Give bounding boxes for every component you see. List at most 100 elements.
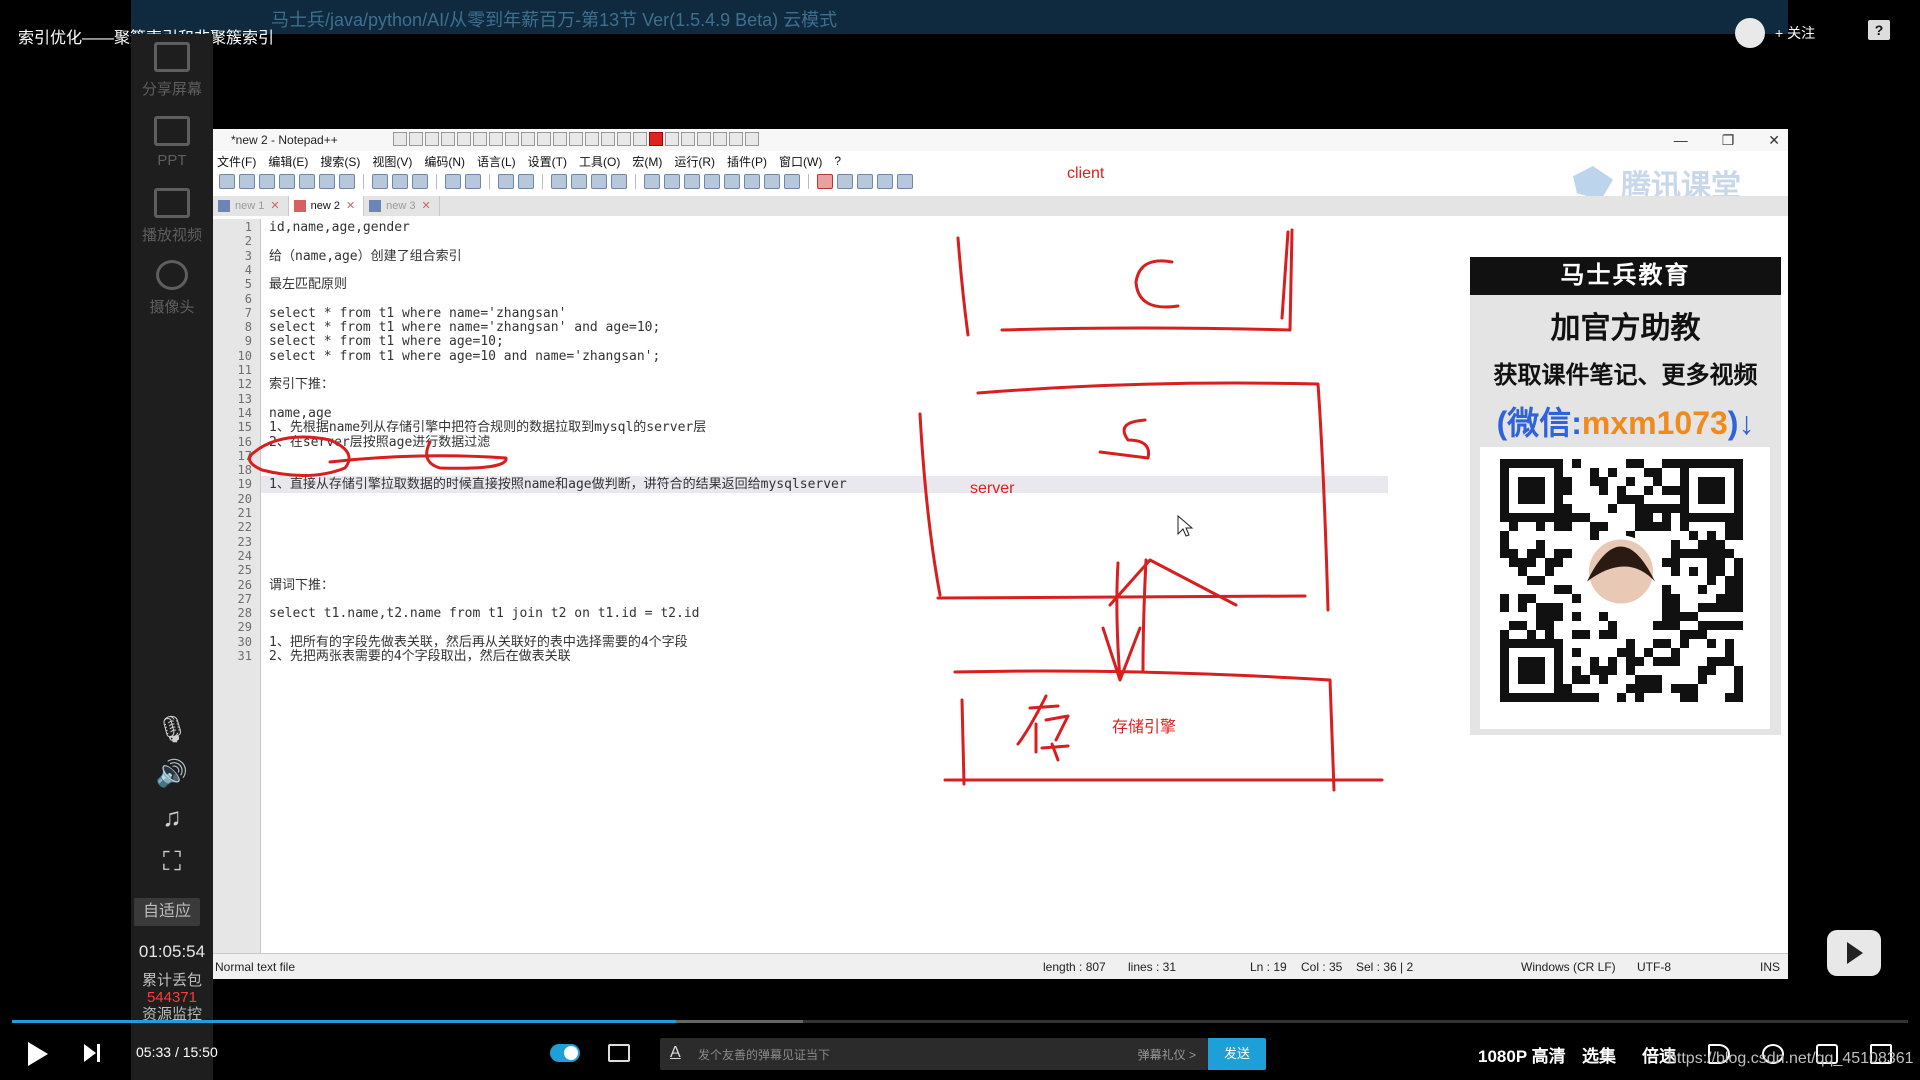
class-clock: 01:05:54: [138, 942, 206, 961]
code-line: 2、先把两张表需要的4个字段取出，然后在做表关联: [269, 649, 571, 664]
menu-item[interactable]: 编辑(E): [268, 153, 308, 170]
promo-line-2: 获取课件笔记、更多视频: [1493, 362, 1758, 389]
fit-button[interactable]: 自适应: [134, 898, 200, 926]
code-line: select * from t1 where age=10 and name='…: [269, 348, 661, 364]
status-lines: lines : 31: [1128, 960, 1177, 974]
follow-label: + 关注: [1775, 25, 1816, 41]
current-time: 05:33: [136, 1044, 172, 1060]
progress-played: [12, 1020, 676, 1023]
ppt-label: PPT: [157, 152, 187, 169]
titlebar-toolbar: [393, 132, 759, 146]
code-line: id,name,age,gender: [269, 220, 410, 235]
ppt-icon: [154, 116, 190, 146]
shared-window-title: 马士兵/java/python/AI/从零到年薪百万-第13节 Ver(1.5.…: [271, 10, 838, 30]
status-insert-mode: INS: [1760, 960, 1781, 974]
next-icon[interactable]: [84, 1044, 100, 1062]
notepad-menubar: 文件(F) 编辑(E) 搜索(S) 视图(V) 编码(N) 语言(L) 设置(T) 工具(O)…: [217, 151, 841, 171]
minimize-icon[interactable]: —: [1674, 129, 1688, 151]
fullscreen-icon[interactable]: ⛶: [131, 846, 213, 878]
play-icon[interactable]: [28, 1042, 48, 1066]
whiteboard-label-storage: 存储引擎: [1112, 719, 1177, 736]
share-screen-icon: [154, 42, 190, 72]
video-player-stage: 马士兵/java/python/AI/从零到年薪百万-第13节 Ver(1.5.…: [0, 0, 1920, 1080]
promo-wechat-line: (微信:mxm1073)↓: [1496, 405, 1755, 441]
follow-button[interactable]: + 关注: [1735, 18, 1815, 48]
csdn-watermark: https://blog.csdn.net/qq_45108361: [1668, 1050, 1914, 1067]
episodes-button[interactable]: 选集: [1582, 1042, 1616, 1067]
danmaku-placeholder: 发个友善的弹幕见证当下: [698, 1048, 831, 1062]
notepad-titlebar: *new 2 - Notepad++ — ❐ ✕: [213, 129, 1788, 151]
notepad-toolbar: [219, 171, 913, 191]
notepad-statusbar: Normal text file length : 807 lines : 31…: [213, 953, 1788, 979]
quality-button[interactable]: 1080P 高清: [1478, 1042, 1566, 1067]
promo-header: 马士兵教育: [1470, 257, 1781, 295]
code-line: select t1.name,t2.name from t1 join t2 o…: [269, 606, 700, 622]
status-sel: Sel : 36 | 2: [1356, 960, 1414, 974]
menu-item[interactable]: 视图(V): [372, 153, 412, 170]
close-icon[interactable]: ✕: [1768, 129, 1780, 151]
whiteboard-label-client: client: [1067, 165, 1105, 182]
menu-item[interactable]: ?: [834, 154, 841, 168]
danmaku-toggle[interactable]: [550, 1044, 580, 1062]
promo-card: 马士兵教育 加官方助教 获取课件笔记、更多视频 (微信:mxm1073)↓: [1470, 257, 1781, 735]
music-icon[interactable]: ♫: [131, 802, 213, 833]
code-line: 最左匹配原则: [269, 277, 348, 293]
menu-item[interactable]: 编码(N): [424, 153, 465, 170]
notepad-title: *new 2 - Notepad++: [231, 133, 338, 147]
shared-window-titlebar: 马士兵/java/python/AI/从零到年薪百万-第13节 Ver(1.5.…: [131, 0, 1788, 34]
tab-new-2[interactable]: new 2 ✕: [288, 196, 365, 216]
bilibili-tv-icon[interactable]: [1827, 930, 1881, 976]
menu-item[interactable]: 设置(T): [528, 153, 567, 170]
play-video-tool[interactable]: 播放视频: [131, 188, 213, 245]
status-length: length : 807: [1043, 960, 1106, 974]
camera-tool[interactable]: 摄像头: [131, 260, 213, 317]
packet-loss-panel: 累计丢包 544371 资源监控: [131, 972, 213, 1023]
menu-item[interactable]: 工具(O): [579, 153, 620, 170]
window-controls: — ❐ ✕: [1674, 129, 1780, 151]
maximize-icon[interactable]: ❐: [1722, 129, 1735, 151]
tab-new-3[interactable]: new 3 ✕: [364, 196, 440, 216]
uploader-avatar[interactable]: [1735, 18, 1765, 48]
code-line: 1、直接从存储引擎拉取数据的时候直接按照name和age做判断，讲符合的结果返回…: [269, 477, 847, 493]
status-filetype: Normal text file: [215, 960, 296, 974]
mic-muted-icon[interactable]: 🎙: [131, 714, 213, 745]
menu-item[interactable]: 插件(P): [727, 153, 767, 170]
share-screen-label: 分享屏幕: [141, 81, 202, 98]
promo-line-1: 加官方助教: [1550, 312, 1701, 345]
playback-time: 05:33 / 15:50: [136, 1044, 218, 1060]
speaker-icon[interactable]: 🔊: [131, 758, 213, 789]
line-number-gutter: 1 2 3 4 5 6 7 8 9 10 11 12 13 14 15 16 17 18 19 20 21 22 23 24 2…: [213, 219, 261, 953]
danmaku-style-icon[interactable]: A: [670, 1044, 681, 1062]
play-video-label: 播放视频: [141, 227, 202, 244]
packet-loss-label: 累计丢包: [141, 972, 202, 989]
danmaku-etiquette-link[interactable]: 弹幕礼仪 >: [1138, 1046, 1196, 1063]
danmaku-input[interactable]: A 发个友善的弹幕见证当下 弹幕礼仪 >: [660, 1038, 1208, 1070]
line-number: 31: [237, 649, 252, 663]
camera-label: 摄像头: [149, 299, 195, 316]
whiteboard-label-server: server: [970, 480, 1015, 497]
menu-item[interactable]: 运行(R): [674, 153, 715, 170]
send-button[interactable]: 发送: [1208, 1038, 1266, 1070]
tab-new-1[interactable]: new 1 ✕: [213, 196, 289, 216]
promo-wechat-id: mxm1073: [1581, 405, 1728, 441]
status-encoding: UTF-8: [1637, 960, 1671, 974]
menu-item[interactable]: 语言(L): [477, 153, 516, 170]
code-line: 给（name,age）创建了组合索引: [269, 248, 462, 264]
qr-code-icon: [1500, 459, 1743, 702]
menu-item[interactable]: 宏(M): [632, 153, 662, 170]
help-icon[interactable]: ?: [1868, 20, 1890, 40]
notepad-tabbar: new 1 ✕ new 2 ✕ new 3 ✕: [213, 196, 1788, 216]
menu-item[interactable]: 窗口(W): [779, 153, 822, 170]
danmaku-settings-icon[interactable]: [608, 1044, 630, 1062]
menu-item[interactable]: 搜索(S): [320, 153, 360, 170]
status-eol: Windows (CR LF): [1521, 960, 1616, 974]
share-screen-tool[interactable]: 分享屏幕: [131, 42, 213, 99]
ppt-tool[interactable]: PPT: [131, 116, 213, 169]
code-line: 谓词下推：: [269, 577, 335, 593]
play-video-icon: [154, 188, 190, 218]
status-col: Col : 35: [1301, 960, 1343, 974]
promo-qr-code: [1480, 447, 1770, 729]
camera-icon: [156, 260, 188, 290]
menu-item[interactable]: 文件(F): [217, 153, 256, 170]
code-line: 索引下推：: [269, 377, 335, 393]
